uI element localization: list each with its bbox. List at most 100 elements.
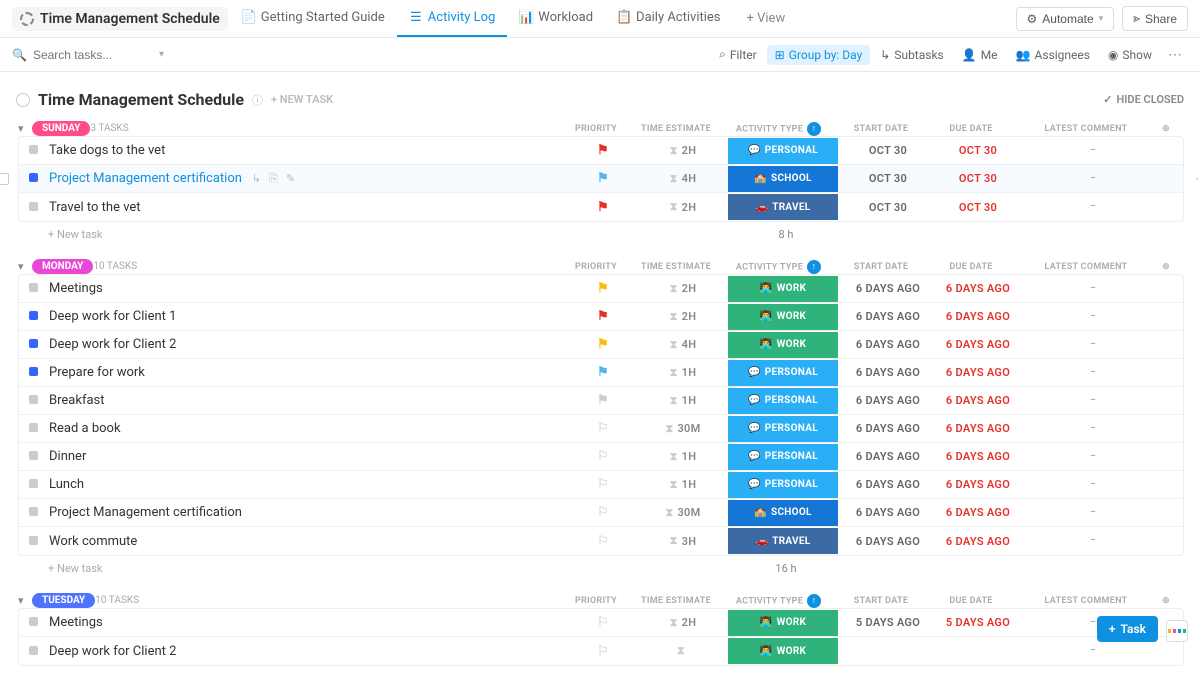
status-square[interactable] [19, 534, 47, 549]
activity-type-cell[interactable]: 💬PERSONAL [728, 138, 843, 164]
comment-cell[interactable]: – [1023, 146, 1163, 156]
more-button[interactable]: ⋯ [1162, 47, 1188, 63]
task-name[interactable]: Travel to the vet [47, 200, 568, 215]
task-row[interactable]: Meetings ⚐ ⧗2h 👨‍💻WORK 5 days ago 5 days… [19, 609, 1183, 637]
task-row[interactable]: Dinner ⚐ ⧗1h 💬PERSONAL 6 days ago 6 days… [19, 443, 1183, 471]
status-square[interactable] [19, 337, 47, 352]
col-priority[interactable]: PRIORITY [561, 596, 631, 606]
task-row[interactable]: Project Management certification ⚐ ⧗30m … [19, 499, 1183, 527]
subtasks-button[interactable]: ↳Subtasks [872, 45, 951, 65]
due-date-cell[interactable]: 6 days ago [933, 422, 1023, 435]
time-estimate-cell[interactable]: ⧗2h [638, 144, 728, 158]
comment-cell[interactable]: – [1023, 424, 1163, 434]
activity-type-cell[interactable]: 💬PERSONAL [728, 388, 843, 414]
time-estimate-cell[interactable]: ⧗3h [638, 534, 728, 548]
col-time-estimate[interactable]: TIME ESTIMATE [631, 596, 721, 606]
col-activity-type[interactable]: ACTIVITY TYPE↑ [721, 260, 836, 274]
activity-type-cell[interactable]: 💬PERSONAL [728, 360, 843, 386]
task-row[interactable]: Prepare for work ⚑ ⧗1h 💬PERSONAL 6 days … [19, 359, 1183, 387]
search-chevron-icon[interactable]: ▾ [159, 49, 164, 60]
task-row[interactable]: Breakfast ⚑ ⧗1h 💬PERSONAL 6 days ago 6 d… [19, 387, 1183, 415]
start-date-cell[interactable]: 6 days ago [843, 282, 933, 295]
subtask-icon[interactable]: ↳ [252, 172, 261, 186]
add-column-button[interactable]: ⊕ [1156, 262, 1176, 272]
col-priority[interactable]: PRIORITY [561, 262, 631, 272]
activity-type-cell[interactable]: 👨‍💻WORK [728, 276, 843, 302]
day-pill[interactable]: MONDAY [32, 259, 93, 274]
col-start-date[interactable]: START DATE [836, 124, 926, 134]
task-row[interactable]: Deep work for Client 2 ⚑ ⧗4h 👨‍💻WORK 6 d… [19, 331, 1183, 359]
col-time-estimate[interactable]: TIME ESTIMATE [631, 124, 721, 134]
activity-type-cell[interactable]: 🏫SCHOOL [728, 500, 843, 526]
activity-type-cell[interactable]: 💬PERSONAL [728, 416, 843, 442]
status-square[interactable] [19, 393, 47, 408]
status-square[interactable] [19, 143, 47, 158]
start-date-cell[interactable]: 6 days ago [843, 450, 933, 463]
space-title[interactable]: Time Management Schedule [12, 7, 228, 31]
info-icon[interactable]: ⓘ [252, 92, 263, 108]
due-date-cell[interactable]: 6 days ago [933, 366, 1023, 379]
time-estimate-cell[interactable]: ⧗2h [638, 616, 728, 630]
priority-cell[interactable]: ⚑ [568, 171, 638, 186]
task-row[interactable]: Travel to the vet ⚑ ⧗2h 🚗TRAVEL Oct 30 O… [19, 193, 1183, 221]
task-row[interactable]: Project Management certification ↳ ⎘ ✎ ⚑… [19, 165, 1183, 193]
task-row[interactable]: Work commute ⚐ ⧗3h 🚗TRAVEL 6 days ago 6 … [19, 527, 1183, 555]
due-date-cell[interactable]: 6 days ago [933, 478, 1023, 491]
status-square[interactable] [19, 505, 47, 520]
priority-cell[interactable]: ⚑ [568, 365, 638, 380]
day-pill[interactable]: TUESDAY [32, 593, 95, 608]
start-date-cell[interactable]: Oct 30 [843, 144, 933, 157]
due-date-cell[interactable]: 6 days ago [933, 310, 1023, 323]
task-name[interactable]: Read a book [47, 421, 568, 436]
comment-cell[interactable]: – [1023, 284, 1163, 294]
activity-type-cell[interactable]: 🚗TRAVEL [728, 528, 843, 554]
activity-type-cell[interactable]: 💬PERSONAL [728, 472, 843, 498]
status-square[interactable] [19, 171, 47, 186]
filter-button[interactable]: ⌕Filter [711, 44, 765, 65]
floating-apps-button[interactable] [1166, 620, 1188, 642]
comment-cell[interactable]: – [1023, 480, 1163, 490]
priority-cell[interactable]: ⚑ [568, 309, 638, 324]
priority-cell[interactable]: ⚑ [568, 337, 638, 352]
start-date-cell[interactable]: 6 days ago [843, 310, 933, 323]
task-name[interactable]: Take dogs to the vet [47, 143, 568, 158]
time-estimate-cell[interactable]: ⧗30m [638, 422, 728, 436]
task-name[interactable]: Lunch [47, 477, 568, 492]
task-row[interactable]: Deep work for Client 1 ⚑ ⧗2h 👨‍💻WORK 6 d… [19, 303, 1183, 331]
task-row[interactable]: Meetings ⚑ ⧗2h 👨‍💻WORK 6 days ago 6 days… [19, 275, 1183, 303]
priority-cell[interactable]: ⚐ [568, 615, 638, 630]
task-name[interactable]: Meetings [47, 615, 568, 630]
hide-closed-button[interactable]: ✓ HIDE CLOSED [1103, 93, 1184, 106]
due-date-cell[interactable]: 6 days ago [933, 282, 1023, 295]
new-task-inline[interactable]: + New task [48, 562, 102, 575]
time-estimate-cell[interactable]: ⧗1h [638, 450, 728, 464]
floating-task-button[interactable]: + Task [1097, 616, 1158, 642]
day-pill[interactable]: SUNDAY [32, 121, 90, 136]
task-name[interactable]: Deep work for Client 2 [47, 644, 568, 659]
new-task-link[interactable]: + NEW TASK [271, 93, 333, 106]
view-tab-workload[interactable]: 📊Workload [507, 0, 605, 37]
status-square[interactable] [19, 644, 47, 659]
task-name[interactable]: Dinner [47, 449, 568, 464]
add-view[interactable]: + View [735, 11, 798, 26]
priority-cell[interactable]: ⚑ [568, 281, 638, 296]
col-due-date[interactable]: DUE DATE [926, 596, 1016, 606]
edit-icon[interactable]: ✎ [286, 172, 295, 186]
due-date-cell[interactable]: 6 days ago [933, 450, 1023, 463]
groupby-button[interactable]: ⊞Group by: Day [767, 45, 871, 65]
due-date-cell[interactable]: Oct 30 [933, 201, 1023, 214]
activity-type-cell[interactable]: 🚗TRAVEL [728, 194, 843, 220]
time-estimate-cell[interactable]: ⧗ [638, 644, 728, 658]
due-date-cell[interactable]: 6 days ago [933, 338, 1023, 351]
task-name[interactable]: Project Management certification ↳ ⎘ ✎ [47, 171, 568, 186]
col-due-date[interactable]: DUE DATE [926, 124, 1016, 134]
priority-cell[interactable]: ⚑ [568, 143, 638, 158]
comment-cell[interactable]: – [1023, 508, 1163, 518]
share-button[interactable]: ⪢ Share [1122, 6, 1188, 31]
view-tab-activity-log[interactable]: ☰Activity Log [397, 0, 508, 37]
comment-cell[interactable]: – [1023, 174, 1163, 184]
status-square[interactable] [19, 309, 47, 324]
col-time-estimate[interactable]: TIME ESTIMATE [631, 262, 721, 272]
comment-cell[interactable]: – [1023, 452, 1163, 462]
start-date-cell[interactable]: 6 days ago [843, 366, 933, 379]
